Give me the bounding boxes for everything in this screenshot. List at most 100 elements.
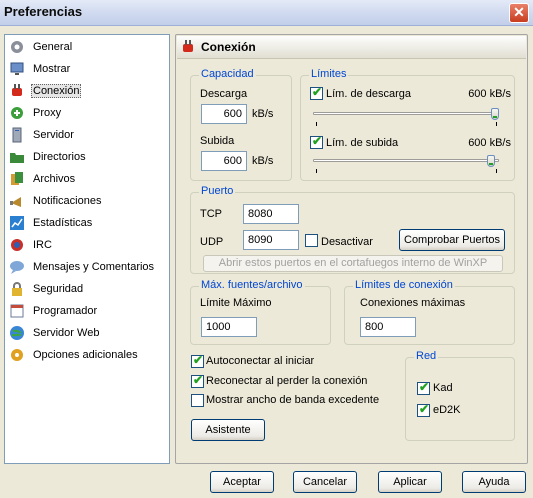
plug-icon xyxy=(180,39,196,58)
network-group: Red ✔ Kad ✔ eD2K xyxy=(405,350,515,441)
help-button[interactable]: Ayuda xyxy=(462,471,526,493)
udp-port-input[interactable]: 8090 xyxy=(243,230,299,250)
sidebar-item-general[interactable]: General xyxy=(9,37,167,57)
sidebar-item-mostrar[interactable]: Mostrar xyxy=(9,59,167,79)
check-mark-icon: ✔ xyxy=(193,373,204,387)
plug-icon xyxy=(9,83,25,99)
disable-udp-checkbox[interactable] xyxy=(305,234,318,247)
cancel-button[interactable]: Cancelar xyxy=(293,471,357,493)
download-limit-value: 600 kB/s xyxy=(468,88,511,100)
messages-icon xyxy=(9,259,25,275)
folder-icon xyxy=(9,149,25,165)
sidebar-item-servidor-web[interactable]: Servidor Web xyxy=(9,323,167,343)
download-capacity-input[interactable]: 600 xyxy=(201,104,247,124)
download-limit-slider[interactable] xyxy=(313,112,499,115)
tcp-port-input[interactable]: 8080 xyxy=(243,204,299,224)
sidebar-item-label: IRC xyxy=(33,239,52,251)
upload-limit-slider[interactable] xyxy=(313,159,499,162)
kad-label: Kad xyxy=(433,382,453,394)
settings-panel: Conexión Capacidad Descarga 600 kB/s Sub… xyxy=(175,34,528,464)
lock-icon xyxy=(9,281,25,297)
slider-tick xyxy=(316,169,317,173)
max-sources-input[interactable]: 1000 xyxy=(201,317,257,337)
sidebar-item-conexion[interactable]: Conexión xyxy=(9,81,167,101)
download-unit: kB/s xyxy=(252,108,274,120)
upload-limit-label: Lím. de subida xyxy=(326,137,399,149)
sidebar-item-label: Proxy xyxy=(33,107,62,119)
check-mark-icon: ✔ xyxy=(193,353,204,367)
sidebar-item-estadisticas[interactable]: Estadísticas xyxy=(9,213,167,233)
sidebar-item-notificaciones[interactable]: Notificaciones xyxy=(9,191,167,211)
ed2k-label: eD2K xyxy=(433,404,461,416)
download-limit-checkbox[interactable]: ✔ xyxy=(310,85,323,100)
show-overhead-checkbox[interactable] xyxy=(191,394,204,407)
group-label: Límites xyxy=(309,68,349,80)
upload-capacity-input[interactable]: 600 xyxy=(201,151,247,171)
download-slider-thumb[interactable] xyxy=(491,108,499,120)
stats-icon xyxy=(9,215,25,231)
capacity-group: Capacidad Descarga 600 kB/s Subida 600 k… xyxy=(190,68,292,181)
sidebar-item-programador[interactable]: Programador xyxy=(9,301,167,321)
ok-button[interactable]: Aceptar xyxy=(210,471,274,493)
open-firewall-ports-button[interactable]: Abrir estos puertos en el cortafuegos in… xyxy=(203,255,503,272)
close-button[interactable]: ✕ xyxy=(509,3,529,23)
sidebar-item-servidor[interactable]: Servidor xyxy=(9,125,167,145)
upload-unit: kB/s xyxy=(252,155,274,167)
sidebar-item-archivos[interactable]: Archivos xyxy=(9,169,167,189)
tcp-label: TCP xyxy=(200,208,222,220)
slider-tick xyxy=(496,169,497,173)
sidebar-item-directorios[interactable]: Directorios xyxy=(9,147,167,167)
panel-title: Conexión xyxy=(201,40,256,54)
sidebar-item-proxy[interactable]: Proxy xyxy=(9,103,167,123)
group-label: Límites de conexión xyxy=(353,279,455,291)
window-title: Preferencias xyxy=(4,4,83,19)
sidebar-item-label: Servidor xyxy=(33,129,74,141)
port-group: Puerto TCP 8080 UDP 8090 Desactivar Comp… xyxy=(190,185,515,274)
gear-icon xyxy=(9,39,25,55)
apply-button[interactable]: Aplicar xyxy=(378,471,442,493)
max-limit-label: Límite Máximo xyxy=(200,297,272,309)
upload-label: Subida xyxy=(200,135,235,147)
check-mark-icon: ✔ xyxy=(312,134,323,148)
connection-limits-group: Límites de conexión Conexiones máximas 8… xyxy=(344,279,515,345)
check-ports-button[interactable]: Comprobar Puertos xyxy=(399,229,505,251)
group-label: Capacidad xyxy=(199,68,256,80)
sidebar-item-label: Opciones adicionales xyxy=(33,349,138,361)
udp-label: UDP xyxy=(200,236,224,248)
ed2k-checkbox[interactable]: ✔ xyxy=(417,402,430,417)
globe-icon xyxy=(9,325,25,341)
kad-checkbox[interactable]: ✔ xyxy=(417,380,430,395)
close-icon: ✕ xyxy=(513,4,525,20)
show-overhead-label: Mostrar ancho de banda excedente xyxy=(206,394,380,406)
proxy-icon xyxy=(9,105,25,121)
upload-slider-thumb[interactable] xyxy=(487,155,495,167)
max-connections-input[interactable]: 800 xyxy=(360,317,416,337)
wizard-button[interactable]: Asistente xyxy=(191,419,265,441)
category-list[interactable]: General Mostrar Conexión Proxy Servidor … xyxy=(4,34,170,464)
sidebar-item-label: Mostrar xyxy=(33,63,71,75)
sidebar-item-label: Directorios xyxy=(33,151,86,163)
upload-limit-checkbox[interactable]: ✔ xyxy=(310,134,323,149)
title-bar[interactable]: Preferencias ✕ xyxy=(0,0,533,26)
preferences-window: Preferencias ✕ General Mostrar Conexión … xyxy=(0,0,533,498)
sidebar-item-label: Programador xyxy=(33,305,98,317)
reconnect-checkbox[interactable]: ✔ xyxy=(191,373,204,388)
group-label: Puerto xyxy=(199,185,236,197)
sidebar-item-irc[interactable]: IRC xyxy=(9,235,167,255)
panel-header: Conexión xyxy=(177,36,526,59)
autoconnect-checkbox[interactable]: ✔ xyxy=(191,353,204,368)
calendar-icon xyxy=(9,303,25,319)
check-mark-icon: ✔ xyxy=(312,85,323,99)
group-label: Red xyxy=(414,350,439,362)
disable-udp-label: Desactivar xyxy=(321,236,373,248)
sidebar-item-label: Seguridad xyxy=(33,283,84,295)
slider-tick xyxy=(496,122,497,126)
slider-tick xyxy=(316,122,317,126)
max-connections-label: Conexiones máximas xyxy=(360,297,466,309)
sidebar-item-mensajes[interactable]: Mensajes y Comentarios xyxy=(9,257,167,277)
sidebar-item-opciones-adicionales[interactable]: Opciones adicionales xyxy=(9,345,167,365)
sidebar-item-seguridad[interactable]: Seguridad xyxy=(9,279,167,299)
upload-limit-value: 600 kB/s xyxy=(468,137,511,149)
check-mark-icon: ✔ xyxy=(419,402,430,416)
autoconnect-label: Autoconectar al iniciar xyxy=(206,355,315,367)
